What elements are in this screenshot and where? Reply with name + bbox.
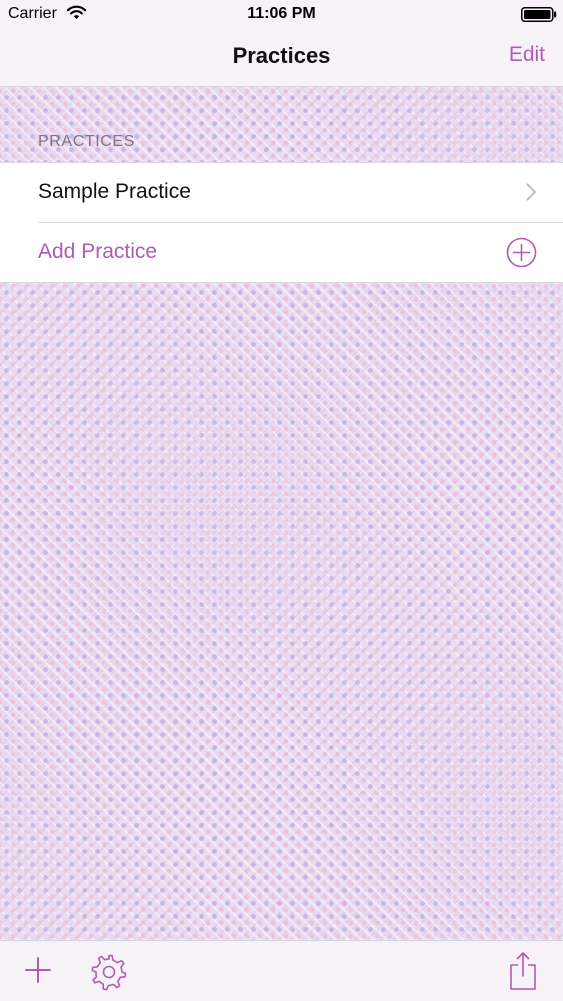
chevron-right-icon xyxy=(526,183,537,201)
battery-icon xyxy=(521,7,557,22)
status-time: 11:06 PM xyxy=(247,5,316,22)
section-header: PRACTICES xyxy=(38,133,135,150)
add-icon[interactable] xyxy=(24,956,52,984)
navigation-bar: Carrier 11:06 PM Practices Edit xyxy=(0,0,563,87)
share-icon[interactable] xyxy=(508,951,538,991)
list-item-label: Sample Practice xyxy=(38,180,191,203)
list-item-sample-practice[interactable]: Sample Practice xyxy=(0,163,563,223)
gear-icon[interactable] xyxy=(89,952,129,992)
add-practice-button[interactable]: Add Practice xyxy=(0,223,563,282)
page-title: Practices xyxy=(232,43,331,68)
edit-button[interactable]: Edit xyxy=(509,43,545,67)
practices-table: Sample Practice Add Practice xyxy=(0,162,563,283)
add-circle-icon[interactable] xyxy=(506,237,537,268)
bottom-toolbar xyxy=(0,940,563,1001)
status-bar: Carrier 11:06 PM xyxy=(0,0,563,30)
add-practice-label: Add Practice xyxy=(38,240,158,263)
